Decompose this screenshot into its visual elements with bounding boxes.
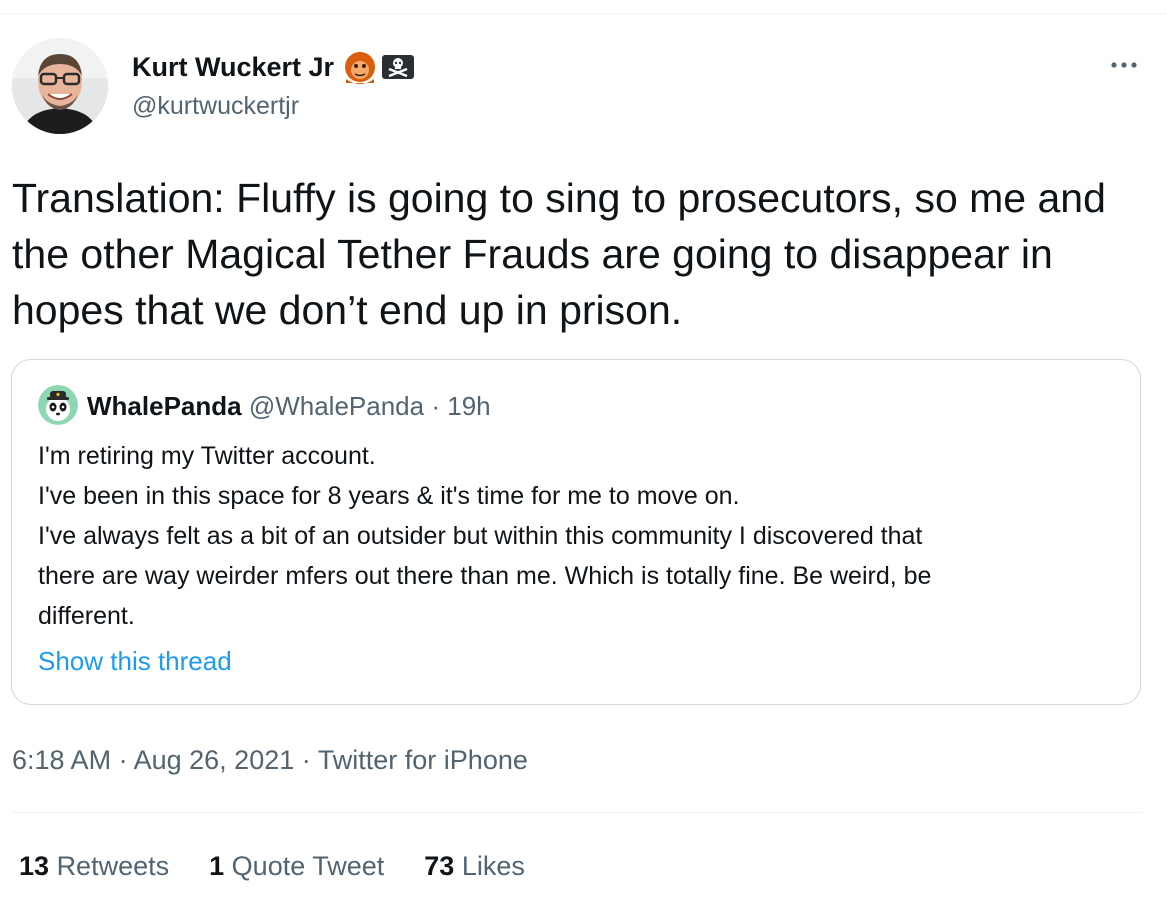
quote-author-avatar (38, 385, 78, 425)
quote-line: different. (38, 602, 135, 630)
retweets-count: 13 (19, 851, 50, 881)
tweet-meta: 6:18 AM · Aug 26, 2021 · Twitter for iPh… (12, 743, 528, 777)
quoted-tweet-card[interactable]: WhalePanda @WhalePanda · 19h I'm retirin… (11, 359, 1141, 705)
quote-header: WhalePanda @WhalePanda · 19h (87, 389, 491, 423)
likes-stat[interactable]: 73 Likes (424, 849, 525, 883)
top-divider (0, 13, 1167, 14)
retweets-stat[interactable]: 13 Retweets (19, 849, 169, 883)
tweet-time[interactable]: 6:18 AM (12, 745, 111, 775)
meta-separator: · (118, 745, 128, 775)
tweet-text: Translation: Fluffy is going to sing to … (12, 175, 1106, 333)
quote-line: I'm retiring my Twitter account. (38, 442, 376, 470)
more-dots-icon (1111, 62, 1137, 68)
author-display-name[interactable]: Kurt Wuckert Jr (132, 49, 416, 85)
more-options-button[interactable] (1104, 50, 1144, 80)
quote-timestamp: 19h (447, 391, 491, 421)
likes-count: 73 (424, 851, 455, 881)
likes-label: Likes (461, 851, 525, 881)
orangutan-emoji-icon (342, 49, 378, 85)
quote-line: I've been in this space for 8 years & it… (38, 482, 740, 510)
quote-author-handle: @WhalePanda (248, 391, 425, 421)
tweet-date[interactable]: Aug 26, 2021 (134, 745, 295, 775)
meta-separator: · (301, 745, 311, 775)
retweets-label: Retweets (56, 851, 170, 881)
author-name-text: Kurt Wuckert Jr (132, 52, 335, 82)
quote-author-name: WhalePanda (87, 391, 242, 421)
author-handle[interactable]: @kurtwuckertjr (132, 90, 299, 122)
pirate-flag-emoji-icon (380, 49, 416, 85)
tweet-source[interactable]: Twitter for iPhone (318, 745, 528, 775)
quote-tweets-count: 1 (209, 851, 225, 881)
author-avatar[interactable] (12, 38, 108, 134)
quote-text: I'm retiring my Twitter account. I've be… (38, 436, 1128, 636)
author-avatar-image (12, 38, 108, 134)
quote-line: there are way weirder mfers out there th… (38, 562, 932, 590)
quote-separator: · (431, 391, 441, 421)
tweet-stats: 13 Retweets 1 Quote Tweet 73 Likes (19, 849, 565, 883)
quote-tweets-stat[interactable]: 1 Quote Tweet (209, 849, 384, 883)
quote-tweets-label: Quote Tweet (231, 851, 385, 881)
stats-divider (12, 812, 1142, 813)
show-thread-link[interactable]: Show this thread (38, 644, 232, 678)
quote-line: I've always felt as a bit of an outsider… (38, 522, 923, 550)
